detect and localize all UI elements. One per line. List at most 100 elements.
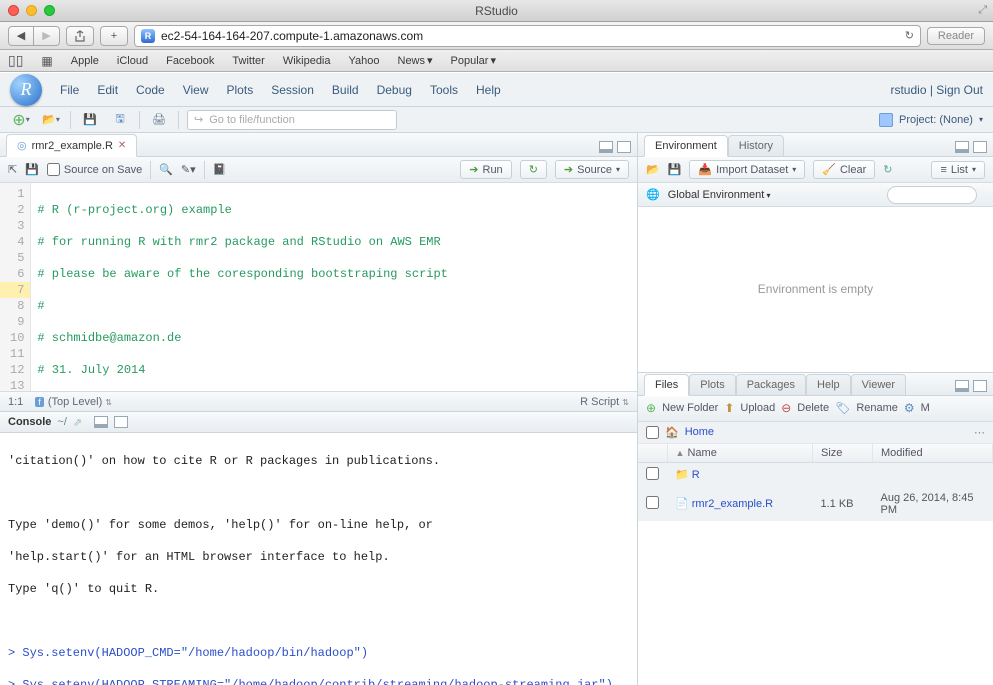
env-view-mode[interactable]: ≡List▾ <box>931 161 985 179</box>
new-folder-button[interactable]: New Folder <box>662 402 718 414</box>
files-menu-icon[interactable]: ⋯ <box>974 426 985 439</box>
url-bar[interactable]: R ec2-54-164-164-207.compute-1.amazonaws… <box>134 25 921 47</box>
save-all-button[interactable]: 🖫 <box>109 110 131 130</box>
col-size[interactable]: Size <box>813 444 873 463</box>
more-button[interactable]: M <box>921 402 930 414</box>
clear-button[interactable]: 🧹Clear <box>813 160 875 179</box>
bookmark-popular[interactable]: Popular ▾ <box>451 54 496 67</box>
table-row[interactable]: 📄 rmr2_example.R 1.1 KB Aug 26, 2014, 8:… <box>638 487 993 520</box>
bookmark-news[interactable]: News ▾ <box>398 54 433 67</box>
upload-button[interactable]: Upload <box>740 402 775 414</box>
cursor-position: 1:1 <box>8 396 23 408</box>
tab-plots[interactable]: Plots <box>689 374 735 396</box>
env-empty-label: Environment is empty <box>758 282 873 296</box>
files-toolbar: ⊕New Folder ⬆Upload ⊖Delete 🏷Rename ⚙M <box>638 396 993 422</box>
favicon-icon: R <box>141 29 155 43</box>
col-modified[interactable]: Modified <box>873 444 993 463</box>
code-editor[interactable]: 12345678910111213 # R (r-project.org) ex… <box>0 183 637 391</box>
refresh-env-icon[interactable]: ↻ <box>883 163 892 176</box>
scope-label[interactable]: (Top Level) ⇅ <box>48 396 112 408</box>
env-scope-selector[interactable]: Global Environment ▾ <box>668 189 771 201</box>
files-minimize-icon[interactable] <box>955 380 969 392</box>
tab-files[interactable]: Files <box>644 374 689 396</box>
bookmark-yahoo[interactable]: Yahoo <box>349 55 380 67</box>
load-workspace-icon[interactable]: 📂 <box>646 163 660 176</box>
minimize-pane-icon[interactable] <box>599 141 613 153</box>
import-dataset-button[interactable]: 📥Import Dataset▾ <box>689 160 805 179</box>
share-button[interactable] <box>66 26 94 46</box>
env-search-input[interactable] <box>887 186 977 204</box>
col-name[interactable]: ▲ Name <box>667 444 813 463</box>
find-icon[interactable]: 🔍 <box>159 163 173 176</box>
back-button[interactable]: ◀ <box>8 26 34 46</box>
rename-button[interactable]: Rename <box>856 402 898 414</box>
home-icon[interactable]: 🏠 <box>665 426 679 439</box>
menu-help[interactable]: Help <box>476 83 501 97</box>
env-tab-strip: Environment History <box>638 133 993 157</box>
reader-button[interactable]: Reader <box>927 27 985 45</box>
delete-button[interactable]: Delete <box>797 402 829 414</box>
popout-icon[interactable]: ⇱ <box>8 163 17 176</box>
bookmark-apple[interactable]: Apple <box>71 55 99 67</box>
menu-tools[interactable]: Tools <box>430 83 458 97</box>
tab-history[interactable]: History <box>728 135 784 157</box>
menu-debug[interactable]: Debug <box>377 83 412 97</box>
wand-icon[interactable]: ✎▾ <box>181 163 196 176</box>
delete-icon: ⊖ <box>781 401 791 415</box>
reload-icon[interactable]: ↻ <box>905 29 914 42</box>
menu-file[interactable]: File <box>60 83 79 97</box>
source-on-save-checkbox[interactable]: Source on Save <box>47 163 142 176</box>
more-icon[interactable]: ⚙ <box>904 401 915 415</box>
tab-viewer[interactable]: Viewer <box>851 374 906 396</box>
new-tab-button[interactable]: + <box>100 26 128 46</box>
source-tab[interactable]: ◎ rmr2_example.R ✕ <box>6 134 137 157</box>
console-wd-icon[interactable]: ⇗ <box>73 416 82 429</box>
new-file-button[interactable]: ⊕▾ <box>10 110 32 130</box>
tab-help[interactable]: Help <box>806 374 851 396</box>
rerun-button[interactable]: ↻ <box>520 160 547 179</box>
menu-plots[interactable]: Plots <box>227 83 254 97</box>
project-label[interactable]: Project: (None) <box>899 114 973 126</box>
goto-file-input[interactable]: ↪ Go to file/function <box>187 110 397 130</box>
console-minimize-icon[interactable] <box>94 416 108 428</box>
bookmark-wikipedia[interactable]: Wikipedia <box>283 55 331 67</box>
forward-button[interactable]: ▶ <box>34 26 60 46</box>
filetype-label[interactable]: R Script ⇅ <box>580 396 629 408</box>
save-workspace-icon[interactable]: 💾 <box>668 163 682 176</box>
files-tab-strip: Files Plots Packages Help Viewer <box>638 372 993 396</box>
notebook-icon[interactable]: 📓 <box>213 163 227 176</box>
editor-content[interactable]: # R (r-project.org) example # for runnin… <box>31 183 598 391</box>
menu-view[interactable]: View <box>183 83 209 97</box>
menu-edit[interactable]: Edit <box>97 83 118 97</box>
console[interactable]: 'citation()' on how to cite R or R packa… <box>0 433 637 685</box>
signout-link[interactable]: Sign Out <box>936 83 983 97</box>
save-button[interactable]: 💾 <box>79 110 101 130</box>
menu-code[interactable]: Code <box>136 83 165 97</box>
bookmarks-icon[interactable]: ▯▯ <box>8 52 23 69</box>
save-file-button[interactable]: 💾 <box>25 163 39 176</box>
bookmark-twitter[interactable]: Twitter <box>232 55 264 67</box>
fullscreen-icon[interactable]: ⤢ <box>978 4 987 17</box>
tab-environment[interactable]: Environment <box>644 135 728 157</box>
env-minimize-icon[interactable] <box>955 141 969 153</box>
env-sub-toolbar: 🌐 Global Environment ▾ <box>638 183 993 207</box>
url-text: ec2-54-164-164-207.compute-1.amazonaws.c… <box>161 29 899 43</box>
close-tab-icon[interactable]: ✕ <box>118 140 126 151</box>
console-maximize-icon[interactable] <box>114 416 128 428</box>
select-all-checkbox[interactable] <box>646 426 659 439</box>
files-maximize-icon[interactable] <box>973 380 987 392</box>
run-button[interactable]: ➔Run <box>460 160 511 179</box>
maximize-pane-icon[interactable] <box>617 141 631 153</box>
env-maximize-icon[interactable] <box>973 141 987 153</box>
bookmark-facebook[interactable]: Facebook <box>166 55 214 67</box>
open-file-button[interactable]: 📂▾ <box>40 110 62 130</box>
bookmark-icloud[interactable]: iCloud <box>117 55 148 67</box>
print-button[interactable]: 🖨 <box>148 110 170 130</box>
breadcrumb-home[interactable]: Home <box>685 426 714 438</box>
menu-build[interactable]: Build <box>332 83 359 97</box>
source-button[interactable]: ➔Source ▾ <box>555 160 629 179</box>
reading-list-icon[interactable]: ▦ <box>41 54 52 68</box>
table-row[interactable]: 📁 R <box>638 462 993 487</box>
tab-packages[interactable]: Packages <box>736 374 806 396</box>
menu-session[interactable]: Session <box>271 83 314 97</box>
